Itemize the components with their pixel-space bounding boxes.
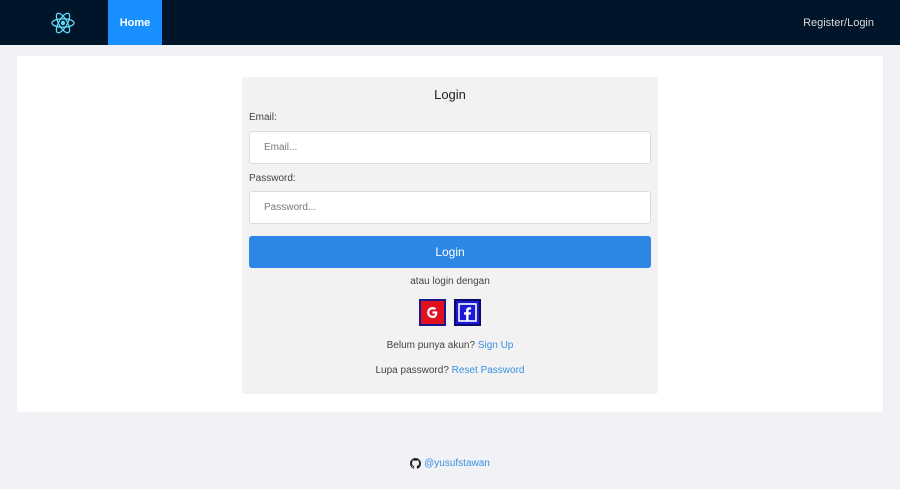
login-card: Login Email: Password: Login atau login … [242, 77, 658, 394]
signup-link[interactable]: Sign Up [478, 340, 514, 351]
email-label: Email: [249, 112, 277, 123]
nav-register-login[interactable]: Register/Login [803, 0, 874, 45]
email-field[interactable] [249, 131, 651, 164]
password-field[interactable] [249, 191, 651, 224]
main-content: Login Email: Password: Login atau login … [17, 56, 883, 412]
google-icon[interactable] [419, 299, 446, 326]
footer: @yusufstawan [0, 458, 900, 469]
nav-home[interactable]: Home [108, 0, 162, 45]
react-atom-icon[interactable] [50, 10, 76, 36]
facebook-icon[interactable] [454, 299, 481, 326]
alt-login-text: atau login dengan [410, 276, 490, 287]
github-handle-link[interactable]: @yusufstawan [424, 458, 490, 469]
reset-password-link[interactable]: Reset Password [452, 365, 525, 376]
login-title: Login [434, 87, 466, 102]
signup-prompt: Belum punya akun? [386, 340, 476, 351]
signup-line: Belum punya akun? Sign Up [242, 340, 658, 351]
github-icon [410, 458, 422, 469]
reset-line: Lupa password? Reset Password [242, 365, 658, 376]
login-button[interactable]: Login [249, 236, 651, 268]
password-label: Password: [249, 173, 296, 184]
navbar: Home Register/Login [0, 0, 900, 45]
reset-prompt: Lupa password? [375, 365, 449, 376]
